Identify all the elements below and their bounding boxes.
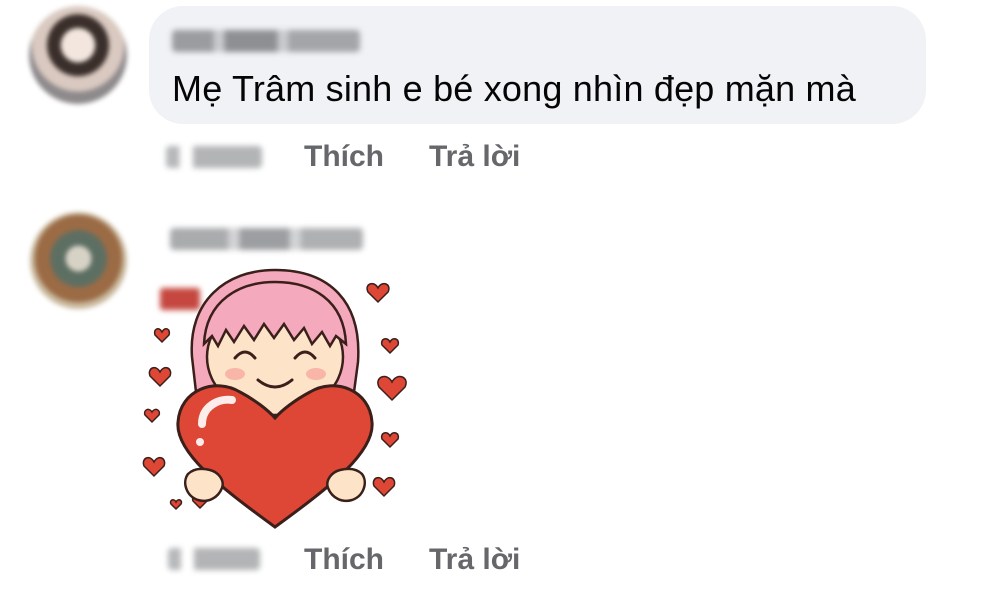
- left-hand: [184, 467, 224, 503]
- like-button[interactable]: Thích: [304, 543, 384, 577]
- avatar[interactable]: [30, 212, 127, 309]
- reply-button[interactable]: Trả lời: [429, 543, 520, 577]
- timestamp-blurred[interactable]: [168, 548, 260, 570]
- avatar[interactable]: [29, 6, 127, 104]
- author-name-blurred[interactable]: [172, 30, 360, 52]
- like-button[interactable]: Thích: [304, 140, 384, 174]
- comment-text: Mẹ Trâm sinh e bé xong nhìn đẹp mặn mà: [172, 68, 856, 109]
- right-hand: [326, 467, 366, 503]
- timestamp-blurred[interactable]: [166, 146, 262, 168]
- author-name-blurred[interactable]: [170, 228, 363, 250]
- reply-button[interactable]: Trả lời: [429, 140, 520, 174]
- girl-hugging-heart-sticker: [142, 268, 407, 529]
